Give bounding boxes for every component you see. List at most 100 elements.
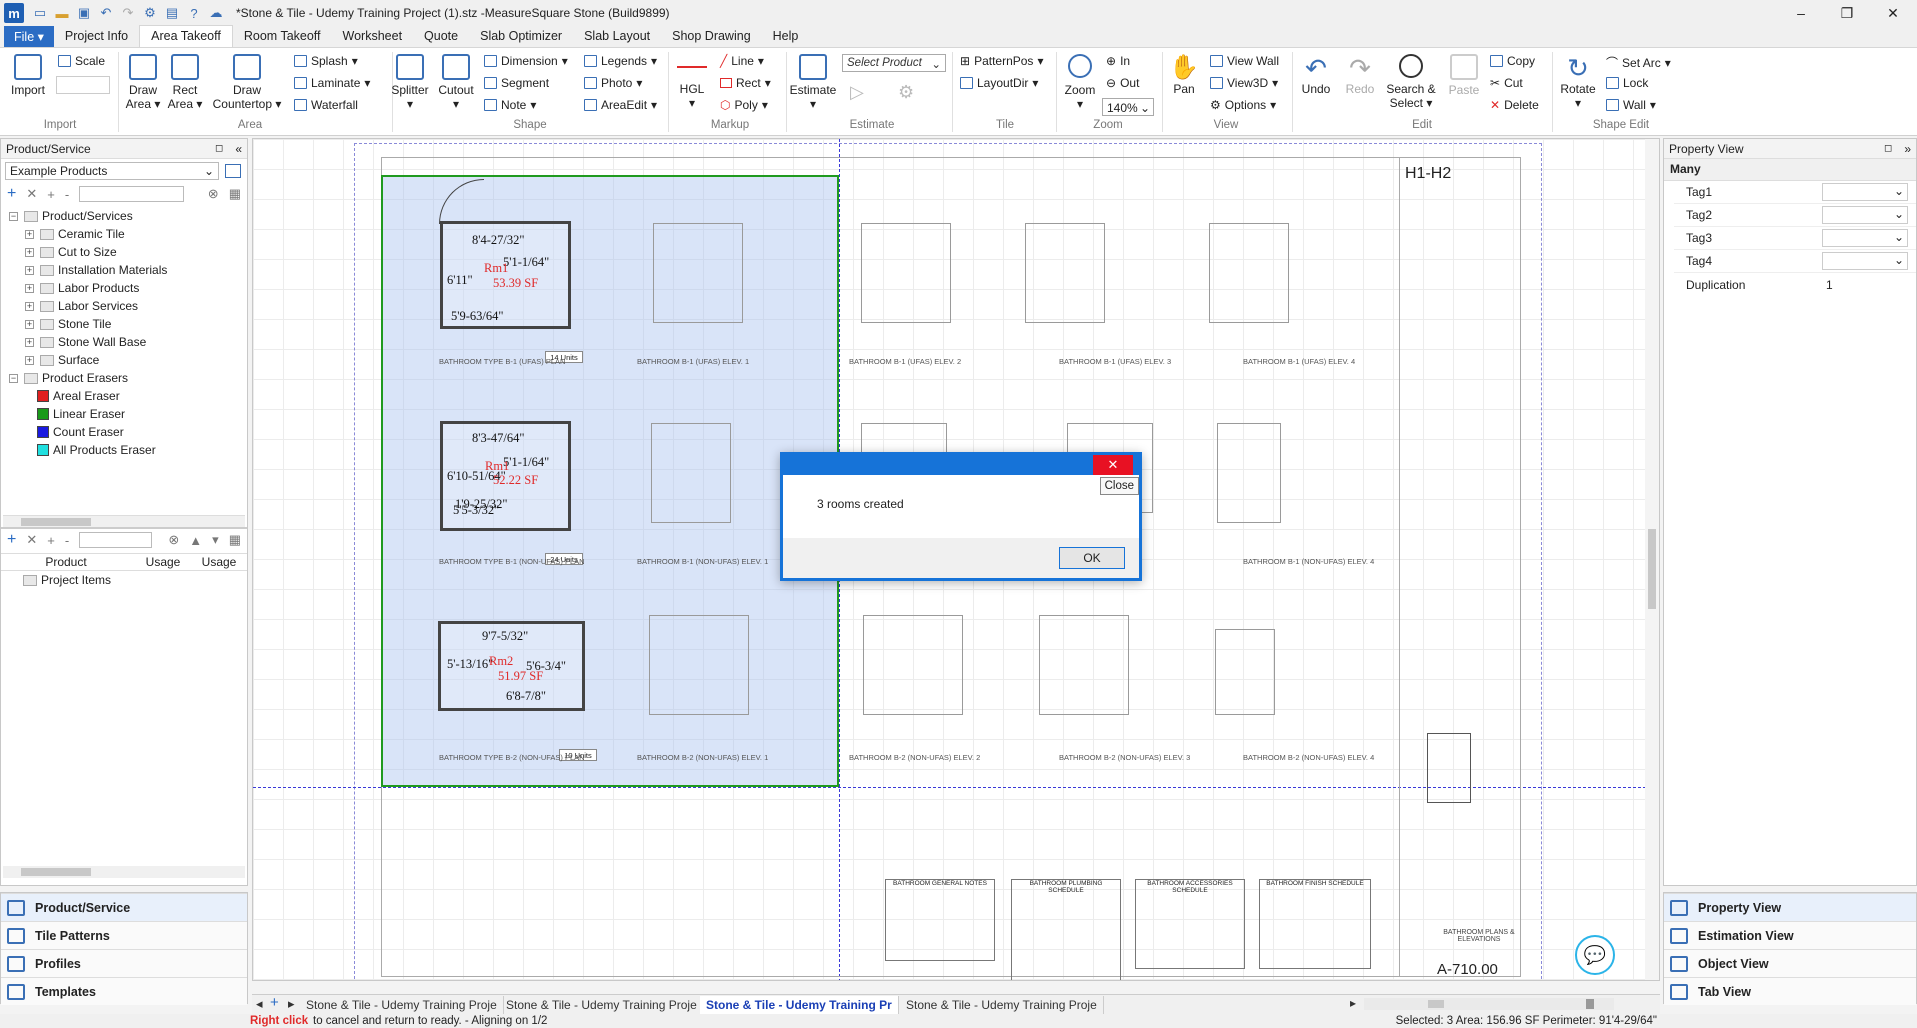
menu-quote[interactable]: Quote <box>413 26 469 47</box>
clear-search-icon[interactable]: ⊗ <box>208 186 219 202</box>
menu-room-takeoff[interactable]: Room Takeoff <box>233 26 332 47</box>
tree-item[interactable]: + Stone Wall Base <box>9 333 239 351</box>
document-tab[interactable]: Stone & Tile - Udemy Training Proje <box>900 996 1104 1014</box>
filter-icon[interactable]: ▲ <box>189 533 202 548</box>
layoutdir-button[interactable]: LayoutDir ▾ <box>960 76 1038 90</box>
menu-file[interactable]: File ▾ <box>4 26 54 47</box>
collapse-icon[interactable]: » <box>1904 142 1911 156</box>
tag2-dropdown[interactable]: ⌄ <box>1822 206 1908 224</box>
new-file-icon[interactable]: ▭ <box>30 4 50 22</box>
document-tab[interactable]: Stone & Tile - Udemy Training Proje <box>300 996 504 1014</box>
column-usage-2[interactable]: Usage <box>195 555 243 569</box>
product-search-input[interactable] <box>79 186 184 202</box>
scale-dropdown[interactable] <box>56 76 110 94</box>
document-tab-active[interactable]: Stone & Tile - Udemy Training Pr <box>700 996 899 1014</box>
app-logo[interactable]: m <box>4 3 24 23</box>
expand-icon[interactable]: + <box>25 283 34 293</box>
legends-button[interactable]: Legends ▾ <box>584 54 657 68</box>
rect-markup-button[interactable]: Rect ▾ <box>720 76 771 90</box>
add-icon[interactable]: + <box>7 185 16 203</box>
pin-icon[interactable]: ◻ <box>1884 143 1892 154</box>
menu-shop-drawing[interactable]: Shop Drawing <box>661 26 762 47</box>
collapse-icon[interactable]: − <box>9 373 18 383</box>
expand-icon[interactable]: + <box>25 229 34 239</box>
nav-property-view[interactable]: Property View <box>1664 893 1916 921</box>
restore-button[interactable]: ❐ <box>1824 0 1870 26</box>
undo-icon[interactable]: ↶ <box>96 4 116 22</box>
scrollbar-thumb[interactable] <box>21 518 91 526</box>
column-product[interactable]: Product <box>1 555 131 569</box>
collapse-icon[interactable]: − <box>9 211 18 221</box>
eraser-item[interactable]: Areal Eraser <box>9 387 239 405</box>
lock-button[interactable]: Lock <box>1606 76 1648 90</box>
areaedit-button[interactable]: AreaEdit ▾ <box>584 98 657 112</box>
ok-button[interactable]: OK <box>1059 547 1125 569</box>
expand-icon[interactable]: + <box>25 355 34 365</box>
minimize-button[interactable]: – <box>1778 0 1824 26</box>
vertical-scrollbar[interactable] <box>1645 139 1659 980</box>
open-folder-icon[interactable]: ▬ <box>52 4 72 22</box>
eraser-item[interactable]: Linear Eraser <box>9 405 239 423</box>
print-icon[interactable]: ▤ <box>162 4 182 22</box>
horizontal-scrollbar[interactable] <box>3 866 245 878</box>
view3d-button[interactable]: View3D ▾ <box>1210 76 1278 90</box>
nav-product-service[interactable]: Product/Service <box>1 893 247 921</box>
draw-countertop-button[interactable]: Draw Countertop ▾ <box>210 54 284 111</box>
tree-item[interactable]: + Ceramic Tile <box>9 225 239 243</box>
tag4-dropdown[interactable]: ⌄ <box>1822 252 1908 270</box>
dimension-button[interactable]: Dimension ▾ <box>484 54 568 68</box>
draw-area-button[interactable]: Draw Area ▾ <box>124 54 162 111</box>
redo-icon[interactable]: ↷ <box>118 4 138 22</box>
options-button[interactable]: ⚙ Options ▾ <box>1210 98 1276 112</box>
undo-button[interactable]: ↶ Undo <box>1296 54 1336 96</box>
nav-tile-patterns[interactable]: Tile Patterns <box>1 921 247 949</box>
collapse-all-icon[interactable]: - <box>65 533 69 548</box>
zoom-out-button[interactable]: ⊖ Out <box>1106 76 1139 90</box>
tree-root[interactable]: − Product/Services <box>9 207 239 225</box>
expand-icon[interactable]: + <box>25 319 34 329</box>
expand-icon[interactable]: + <box>25 265 34 275</box>
document-tab[interactable]: Stone & Tile - Udemy Training Proje <box>500 996 704 1014</box>
play-icon[interactable]: ▷ <box>850 82 864 103</box>
paste-button[interactable]: Paste <box>1444 54 1484 97</box>
collapse-all-icon[interactable]: - <box>65 187 69 202</box>
tree-item[interactable]: + Cut to Size <box>9 243 239 261</box>
eraser-item[interactable]: Count Eraser <box>9 423 239 441</box>
cut-button[interactable]: ✂ Cut <box>1490 76 1523 90</box>
laminate-button[interactable]: Laminate ▾ <box>294 76 370 90</box>
tree-item[interactable]: + Stone Tile <box>9 315 239 333</box>
view-wall-button[interactable]: View Wall <box>1210 54 1279 68</box>
menu-area-takeoff[interactable]: Area Takeoff <box>139 25 233 47</box>
hgl-button[interactable]: HGL ▾ <box>672 54 712 110</box>
wall-button[interactable]: Wall ▾ <box>1606 98 1656 112</box>
settings-gear-icon[interactable]: ⚙ <box>140 4 160 22</box>
splash-button[interactable]: Splash ▾ <box>294 54 358 68</box>
rotate-button[interactable]: ↻ Rotate ▾ <box>1556 54 1600 110</box>
tree-root-erasers[interactable]: − Product Erasers <box>9 369 239 387</box>
tree-item[interactable]: + Labor Products <box>9 279 239 297</box>
expand-icon[interactable]: + <box>47 187 55 202</box>
duplication-value[interactable]: 1 <box>1822 278 1833 292</box>
tree-item[interactable]: + Installation Materials <box>9 261 239 279</box>
expand-icon[interactable]: + <box>47 533 55 548</box>
scrollbar-thumb[interactable] <box>1428 1000 1444 1008</box>
expand-icon[interactable]: + <box>25 247 34 257</box>
menu-slab-layout[interactable]: Slab Layout <box>573 26 661 47</box>
rect-area-button[interactable]: Rect Area ▾ <box>166 54 204 111</box>
nav-tab-view[interactable]: Tab View <box>1664 977 1916 1005</box>
menu-worksheet[interactable]: Worksheet <box>332 26 414 47</box>
estimate-settings-gear-icon[interactable]: ⚙ <box>898 82 914 103</box>
project-items-node[interactable]: Project Items <box>1 571 247 589</box>
grid-view-icon[interactable]: ▦ <box>229 532 241 548</box>
copy-button[interactable]: Copy <box>1490 54 1535 68</box>
tree-item[interactable]: + Surface <box>9 351 239 369</box>
remove-icon[interactable]: ✕ <box>26 532 37 548</box>
close-window-button[interactable]: ✕ <box>1870 0 1916 26</box>
tab-scroll-right-icon[interactable]: ▸ <box>288 996 295 1012</box>
import-button[interactable]: Import <box>8 54 48 97</box>
menu-help[interactable]: Help <box>762 26 810 47</box>
note-button[interactable]: Note ▾ <box>484 98 536 112</box>
tabs-more-icon[interactable]: ▸ <box>1350 996 1356 1010</box>
tag1-dropdown[interactable]: ⌄ <box>1822 183 1908 201</box>
save-icon[interactable]: ▣ <box>74 4 94 22</box>
